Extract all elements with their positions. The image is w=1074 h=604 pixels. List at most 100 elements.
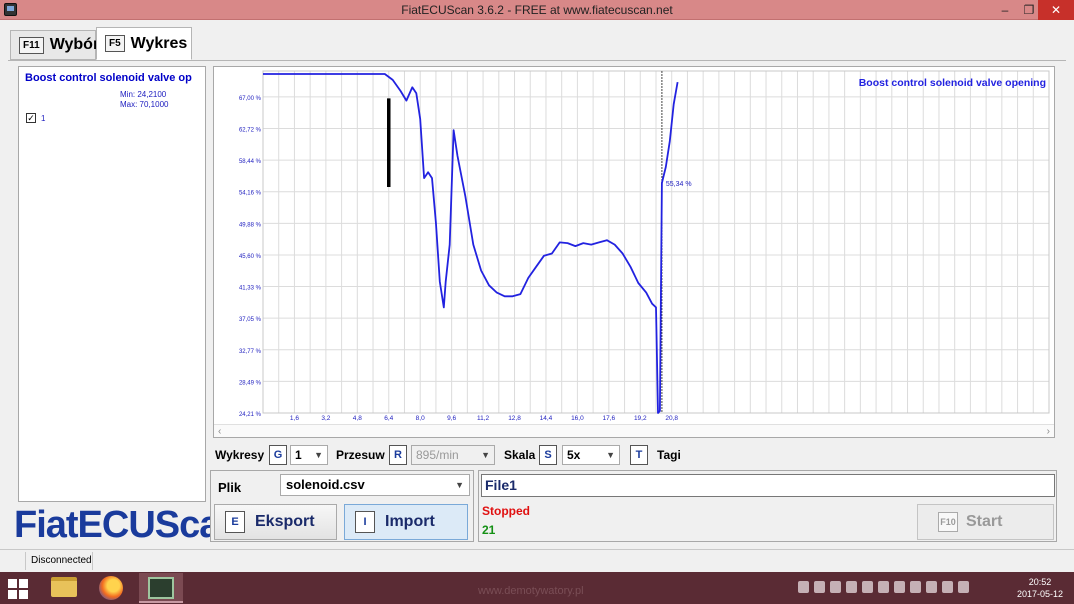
plik-select[interactable]: solenoid.csv ▼ <box>280 474 470 496</box>
cursor-value-label: 55,34 % <box>666 181 692 188</box>
firefox-icon[interactable] <box>99 576 123 600</box>
title-bar: FiatECUScan 3.6.2 - FREE at www.fiatecus… <box>0 0 1074 20</box>
y-tick-label: 49,88 % <box>239 222 262 228</box>
x-tick-label: 16,0 <box>571 415 584 422</box>
channel-checkbox-label: 1 <box>41 114 46 123</box>
tray-app-icon[interactable] <box>814 581 825 593</box>
import-button[interactable]: I Import <box>344 504 468 540</box>
windows-start-icon[interactable] <box>8 579 28 599</box>
plik-label: Plik <box>218 480 242 495</box>
start-button[interactable]: F10 Start <box>917 504 1054 540</box>
file-name-field[interactable]: File1 <box>481 474 1055 497</box>
start-key: F10 <box>938 512 958 532</box>
chart-controls: Wykresy G 1 ▼ Przesuw R 895/min ▼ Skala … <box>213 444 1073 466</box>
wykresy-select[interactable]: 1 ▼ <box>290 445 328 465</box>
line-chart: 24,21 % 28,49 % 32,77 % 37,05 % 41,33 % 45,60… <box>239 70 1050 422</box>
eksport-key: E <box>225 511 245 533</box>
y-tick-label: 24,21 % <box>239 412 262 418</box>
volume-icon[interactable] <box>958 581 969 593</box>
channel-max: Max: 70,1000 <box>120 100 169 109</box>
x-tick-label: 6,4 <box>384 415 393 422</box>
connection-status: Disconnected <box>27 552 93 570</box>
chevron-down-icon: ▼ <box>455 480 464 490</box>
y-tick-label: 45,60 % <box>239 254 262 260</box>
status-panel: File1 Stopped 21 F10 Start <box>478 470 1057 542</box>
tagi-key[interactable]: T <box>630 445 648 465</box>
start-label: Start <box>966 513 1003 530</box>
tab-wybor[interactable]: F11 Wybór <box>10 30 99 60</box>
wykresy-key[interactable]: G <box>269 445 287 465</box>
channel-name[interactable]: Boost control solenoid valve op <box>25 72 203 84</box>
fiatecuscan-logo: FiatECUScan <box>14 504 243 546</box>
przesuw-select[interactable]: 895/min ▼ <box>411 445 495 465</box>
clock[interactable]: 20:52 2017-05-12 <box>1010 576 1070 600</box>
status-cell-empty <box>0 552 26 570</box>
przesuw-key[interactable]: R <box>389 445 407 465</box>
scroll-left-icon[interactable]: ‹ <box>218 425 221 438</box>
tray-app-icon[interactable] <box>862 581 873 593</box>
chevron-down-icon: ▼ <box>481 450 490 460</box>
tagi-label: Tagi <box>657 448 681 462</box>
eksport-button[interactable]: E Eksport <box>214 504 337 540</box>
eksport-label: Eksport <box>255 513 315 530</box>
przesuw-label: Przesuw <box>336 448 385 462</box>
network-icon[interactable] <box>942 581 953 593</box>
x-tick-label: 17,6 <box>603 415 616 422</box>
taskbar: www.demotywatory.pl 20:52 2017-05-12 <box>0 572 1074 604</box>
taskbar-fiatecuscan[interactable] <box>139 573 183 603</box>
clock-date: 2017-05-12 <box>1016 589 1064 599</box>
skala-key[interactable]: S <box>539 445 557 465</box>
skala-select[interactable]: 5x ▼ <box>562 445 620 465</box>
y-tick-label: 37,05 % <box>239 317 262 323</box>
tab-label: Wykres <box>130 34 188 52</box>
tab-key-f5: F5 <box>105 35 125 52</box>
tab-wykres[interactable]: F5 Wykres <box>96 27 192 60</box>
chart-panel: 24,21 % 28,49 % 32,77 % 37,05 % 41,33 % 45,60… <box>213 66 1055 438</box>
chart-horizontal-scrollbar[interactable]: ‹ › <box>214 424 1054 437</box>
y-tick-label: 62,72 % <box>239 127 262 133</box>
bluetooth-icon[interactable] <box>798 581 809 593</box>
status-text: Stopped <box>482 504 530 518</box>
tray-app-icon[interactable] <box>846 581 857 593</box>
channel-checkbox[interactable]: ✓ <box>26 113 36 123</box>
y-tick-label: 58,44 % <box>239 159 262 165</box>
skala-value: 5x <box>567 448 581 462</box>
import-key: I <box>355 511 375 533</box>
wykresy-label: Wykresy <box>215 448 265 462</box>
watermark: www.demotywatory.pl <box>478 585 584 597</box>
close-button[interactable]: ✕ <box>1038 0 1074 20</box>
channel-min: Min: 24,2100 <box>120 90 167 99</box>
minimize-button[interactable]: – <box>992 0 1018 20</box>
tray-app-icon[interactable] <box>878 581 889 593</box>
fiatecuscan-app-icon <box>148 577 174 599</box>
window-title: FiatECUScan 3.6.2 - FREE at www.fiatecus… <box>401 3 673 17</box>
wykresy-value: 1 <box>295 448 302 462</box>
y-tick-label: 32,77 % <box>239 349 262 355</box>
system-tray <box>798 581 969 593</box>
x-tick-label: 1,6 <box>290 415 299 422</box>
x-tick-label: 19,2 <box>634 415 647 422</box>
scroll-right-icon[interactable]: › <box>1047 425 1050 438</box>
chevron-down-icon: ▼ <box>606 450 615 460</box>
przesuw-value: 895/min <box>416 448 459 462</box>
flag-icon[interactable] <box>910 581 921 593</box>
y-tick-label: 67,00 % <box>239 96 262 102</box>
x-tick-label: 20,8 <box>665 415 678 422</box>
x-tick-label: 14,4 <box>540 415 553 422</box>
chevron-down-icon: ▼ <box>314 450 323 460</box>
tray-app-icon[interactable] <box>830 581 841 593</box>
tray-app-icon[interactable] <box>894 581 905 593</box>
import-label: Import <box>385 513 435 530</box>
clock-time: 20:52 <box>1028 577 1052 587</box>
tab-key-f11: F11 <box>19 36 44 54</box>
x-tick-label: 4,8 <box>353 415 362 422</box>
y-tick-label: 41,33 % <box>239 286 262 292</box>
y-tick-label: 54,16 % <box>239 191 262 197</box>
chart-title: Boost control solenoid valve opening <box>859 77 1046 89</box>
x-tick-label: 12,8 <box>508 415 521 422</box>
series-line <box>263 73 679 414</box>
file-explorer-icon[interactable] <box>51 577 77 597</box>
battery-icon[interactable] <box>926 581 937 593</box>
plik-value: solenoid.csv <box>286 477 365 492</box>
x-tick-label: 8,0 <box>416 415 425 422</box>
